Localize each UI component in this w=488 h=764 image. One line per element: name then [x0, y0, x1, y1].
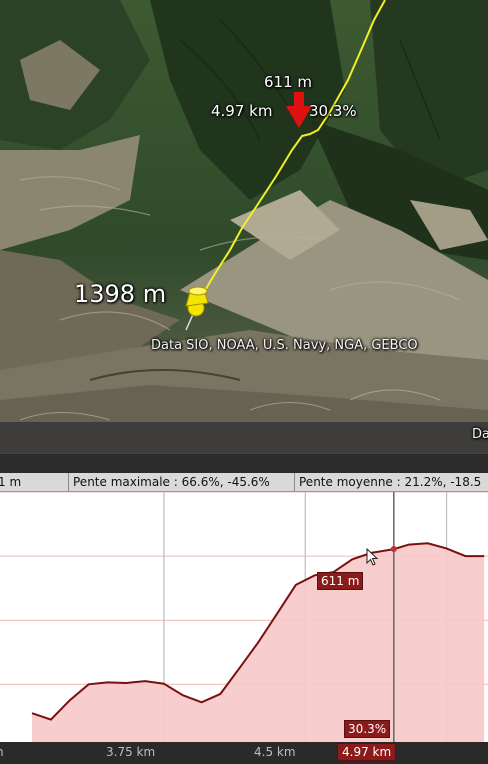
- x-tick-label: 4.5 km: [254, 745, 296, 759]
- profile-x-axis: h 3.75 km 4.5 km 4.97 km: [0, 742, 488, 764]
- stat-distance: 1 m: [0, 475, 22, 489]
- track-distance-label: 4.97 km: [211, 102, 273, 120]
- stat-avg-slope: Pente moyenne : 21.2%, -18.5: [294, 473, 488, 491]
- mouse-pointer-icon: [366, 548, 379, 566]
- cursor-elevation-tag: 611 m: [317, 572, 364, 590]
- x-tick-label: h: [0, 745, 4, 759]
- elevation-profile-chart[interactable]: 611 m 30.3%: [0, 492, 488, 742]
- satellite-map-view[interactable]: 611 m 4.97 km 30.3% 1398 m Data SIO, NOA…: [0, 0, 488, 453]
- map-attribution: Data SIO, NOAA, U.S. Navy, NGA, GEBCO: [151, 338, 418, 353]
- map-attribution-cutoff: Da: [472, 427, 488, 442]
- profile-stats-bar: 1 m Pente maximale : 66.6%, -45.6% Pente…: [0, 473, 488, 492]
- terrain-imagery: [0, 0, 488, 453]
- profile-panel-header: [0, 453, 488, 473]
- track-elevation-label: 611 m: [264, 73, 313, 91]
- stat-max-slope: Pente maximale : 66.6%, -45.6%: [68, 473, 294, 491]
- cursor-slope-tag: 30.3%: [344, 720, 391, 738]
- track-slope-label: 30.3%: [309, 102, 357, 120]
- x-tick-label: 3.75 km: [106, 745, 156, 759]
- cursor-distance-tag: 4.97 km: [337, 743, 397, 761]
- cursor-point: [390, 546, 397, 553]
- elevation-profile-plot[interactable]: [0, 492, 488, 742]
- placemark-label[interactable]: 1398 m: [74, 280, 166, 308]
